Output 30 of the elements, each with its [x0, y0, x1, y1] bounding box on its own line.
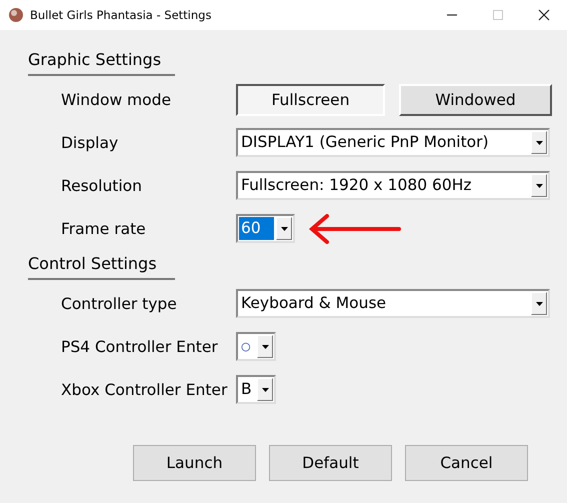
dropdown[interactable]: 60 [236, 214, 295, 243]
field-label: PS4 Controller Enter [61, 338, 219, 356]
section-heading: Control Settings [28, 254, 175, 280]
caret-icon [536, 140, 542, 144]
dialog-button[interactable]: Launch [133, 445, 256, 481]
mode-button[interactable]: Windowed [399, 84, 552, 116]
field-label: Controller type [61, 294, 178, 312]
dropdown[interactable]: B [236, 375, 276, 404]
caret-icon [536, 184, 542, 188]
caret-icon [262, 344, 268, 348]
mode-button[interactable]: Fullscreen [236, 84, 385, 116]
app-icon [8, 7, 24, 23]
dropdown[interactable]: DISPLAY1 (Generic PnP Monitor) [236, 128, 550, 157]
caret-icon [280, 226, 288, 230]
field-label: Display [61, 134, 120, 152]
field-label: Frame rate [61, 220, 147, 238]
dropdown[interactable]: Keyboard & Mouse [236, 289, 550, 318]
dialog-button[interactable]: Default [269, 445, 392, 481]
window-title: Bullet Girls Phantasia - Settings [30, 8, 212, 22]
field-label: Resolution [61, 176, 143, 194]
caret-icon [536, 302, 542, 306]
maximize-icon [492, 9, 504, 21]
close-icon [538, 9, 550, 21]
section-heading: Graphic Settings [28, 50, 175, 76]
dropdown[interactable]: ○ [236, 332, 276, 361]
dialog-button[interactable]: Cancel [405, 445, 528, 481]
field-label: Window mode [61, 90, 172, 108]
dropdown[interactable]: Fullscreen: 1920 x 1080 60Hz [236, 171, 550, 200]
caret-icon [262, 388, 268, 392]
field-label: Xbox Controller Enter [61, 380, 228, 398]
